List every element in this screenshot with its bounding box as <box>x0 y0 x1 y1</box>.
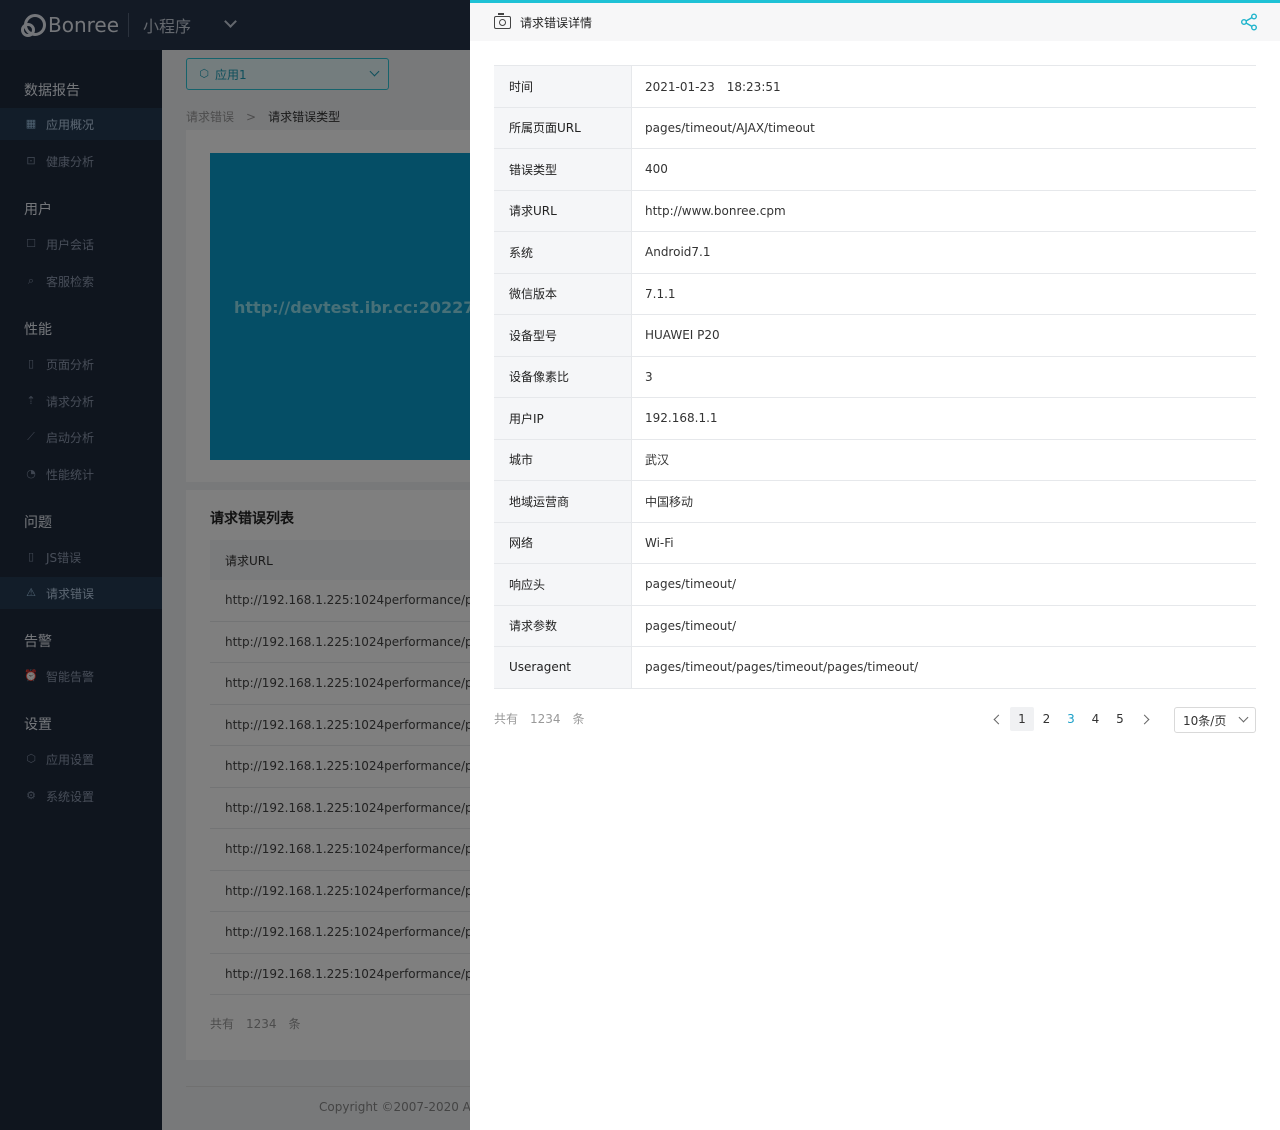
detail-row-device-model: 设备型号 HUAWEI P20 <box>494 315 1256 357</box>
page-size-select[interactable]: 10条/页 <box>1174 707 1256 733</box>
page-button-2[interactable]: 2 <box>1035 707 1059 731</box>
detail-value: 中国移动 <box>645 494 694 509</box>
detail-value: pages/timeout/AJAX/timeout <box>645 120 815 135</box>
detail-key: 响应头 <box>494 564 632 605</box>
detail-value: 192.168.1.1 <box>645 411 718 426</box>
chevron-right-icon <box>1139 714 1150 724</box>
detail-row-time: 时间 2021-01-23 18:23:51 <box>494 66 1256 108</box>
detail-row-pixel-ratio: 设备像素比 3 <box>494 356 1256 398</box>
detail-row-request-url: 请求URL http://www.bonree.cpm <box>494 190 1256 232</box>
page-button-4[interactable]: 4 <box>1084 707 1108 731</box>
detail-key: 请求URL <box>494 190 632 231</box>
detail-value: pages/timeout/ <box>645 618 737 633</box>
page-button-1[interactable]: 1 <box>1010 707 1034 731</box>
detail-key: 所属页面URL <box>494 107 632 148</box>
detail-value: pages/timeout/pages/timeout/pages/timeou… <box>645 660 919 675</box>
detail-value: Android7.1 <box>645 245 711 260</box>
chevron-left-icon <box>993 714 1003 724</box>
detail-key: 微信版本 <box>494 273 632 314</box>
detail-row-response-header: 响应头 pages/timeout/ <box>494 564 1256 606</box>
detail-key: 城市 <box>494 439 632 480</box>
chevron-down-icon <box>1238 712 1249 723</box>
detail-key: Useragent <box>494 647 632 688</box>
detail-row-useragent: Useragent pages/timeout/pages/timeout/pag… <box>494 647 1256 689</box>
detail-key: 设备型号 <box>494 315 632 356</box>
detail-row-request-params: 请求参数 pages/timeout/ <box>494 605 1256 647</box>
drawer-header: 请求错误详情 <box>470 3 1280 41</box>
detail-key: 时间 <box>494 66 632 107</box>
detail-row-user-ip: 用户IP 192.168.1.1 <box>494 398 1256 440</box>
page-button-5[interactable]: 5 <box>1108 707 1132 731</box>
detail-key: 地域运营商 <box>494 481 632 522</box>
prev-page-button[interactable] <box>986 707 1010 731</box>
drawer-mask[interactable] <box>0 0 470 1130</box>
drawer-title: 请求错误详情 <box>520 15 593 30</box>
detail-row-error-type: 错误类型 400 <box>494 149 1256 191</box>
detail-key: 请求参数 <box>494 605 632 646</box>
request-error-detail-drawer: 请求错误详情 时间 2021-01-23 18:23:51 所属页面URL page… <box>470 0 1280 1130</box>
detail-row-network: 网络 Wi-Fi <box>494 522 1256 564</box>
detail-table: 时间 2021-01-23 18:23:51 所属页面URL pages/timeo… <box>494 65 1256 689</box>
detail-value: 7.1.1 <box>645 286 676 301</box>
detail-key: 设备像素比 <box>494 356 632 397</box>
camera-icon <box>494 12 511 29</box>
page-button-3[interactable]: 3 <box>1059 707 1083 731</box>
next-page-button[interactable] <box>1133 707 1157 731</box>
pagination-total: 共有 1234 条 <box>494 712 585 726</box>
detail-row-carrier: 地域运营商 中国移动 <box>494 481 1256 523</box>
detail-value: http://www.bonree.cpm <box>645 203 786 218</box>
detail-row-page-url: 所属页面URL pages/timeout/AJAX/timeout <box>494 107 1256 149</box>
detail-key: 系统 <box>494 232 632 273</box>
detail-value: pages/timeout/ <box>645 577 737 592</box>
detail-row-os: 系统 Android7.1 <box>494 232 1256 274</box>
detail-value: 400 <box>645 162 668 177</box>
detail-key: 错误类型 <box>494 149 632 190</box>
detail-key: 用户IP <box>494 398 632 439</box>
share-icon[interactable] <box>1240 13 1258 31</box>
detail-value: 3 <box>645 369 653 384</box>
detail-row-wechat-version: 微信版本 7.1.1 <box>494 273 1256 315</box>
detail-row-city: 城市 武汉 <box>494 439 1256 481</box>
page-size-value: 10条/页 <box>1183 713 1227 728</box>
detail-value: Wi-Fi <box>645 535 674 550</box>
detail-key: 网络 <box>494 522 632 563</box>
pagination: 1 2 3 4 5 <box>986 707 1157 731</box>
detail-value: HUAWEI P20 <box>645 328 720 343</box>
detail-value: 2021-01-23 18:23:51 <box>645 79 781 94</box>
detail-value: 武汉 <box>645 453 670 468</box>
